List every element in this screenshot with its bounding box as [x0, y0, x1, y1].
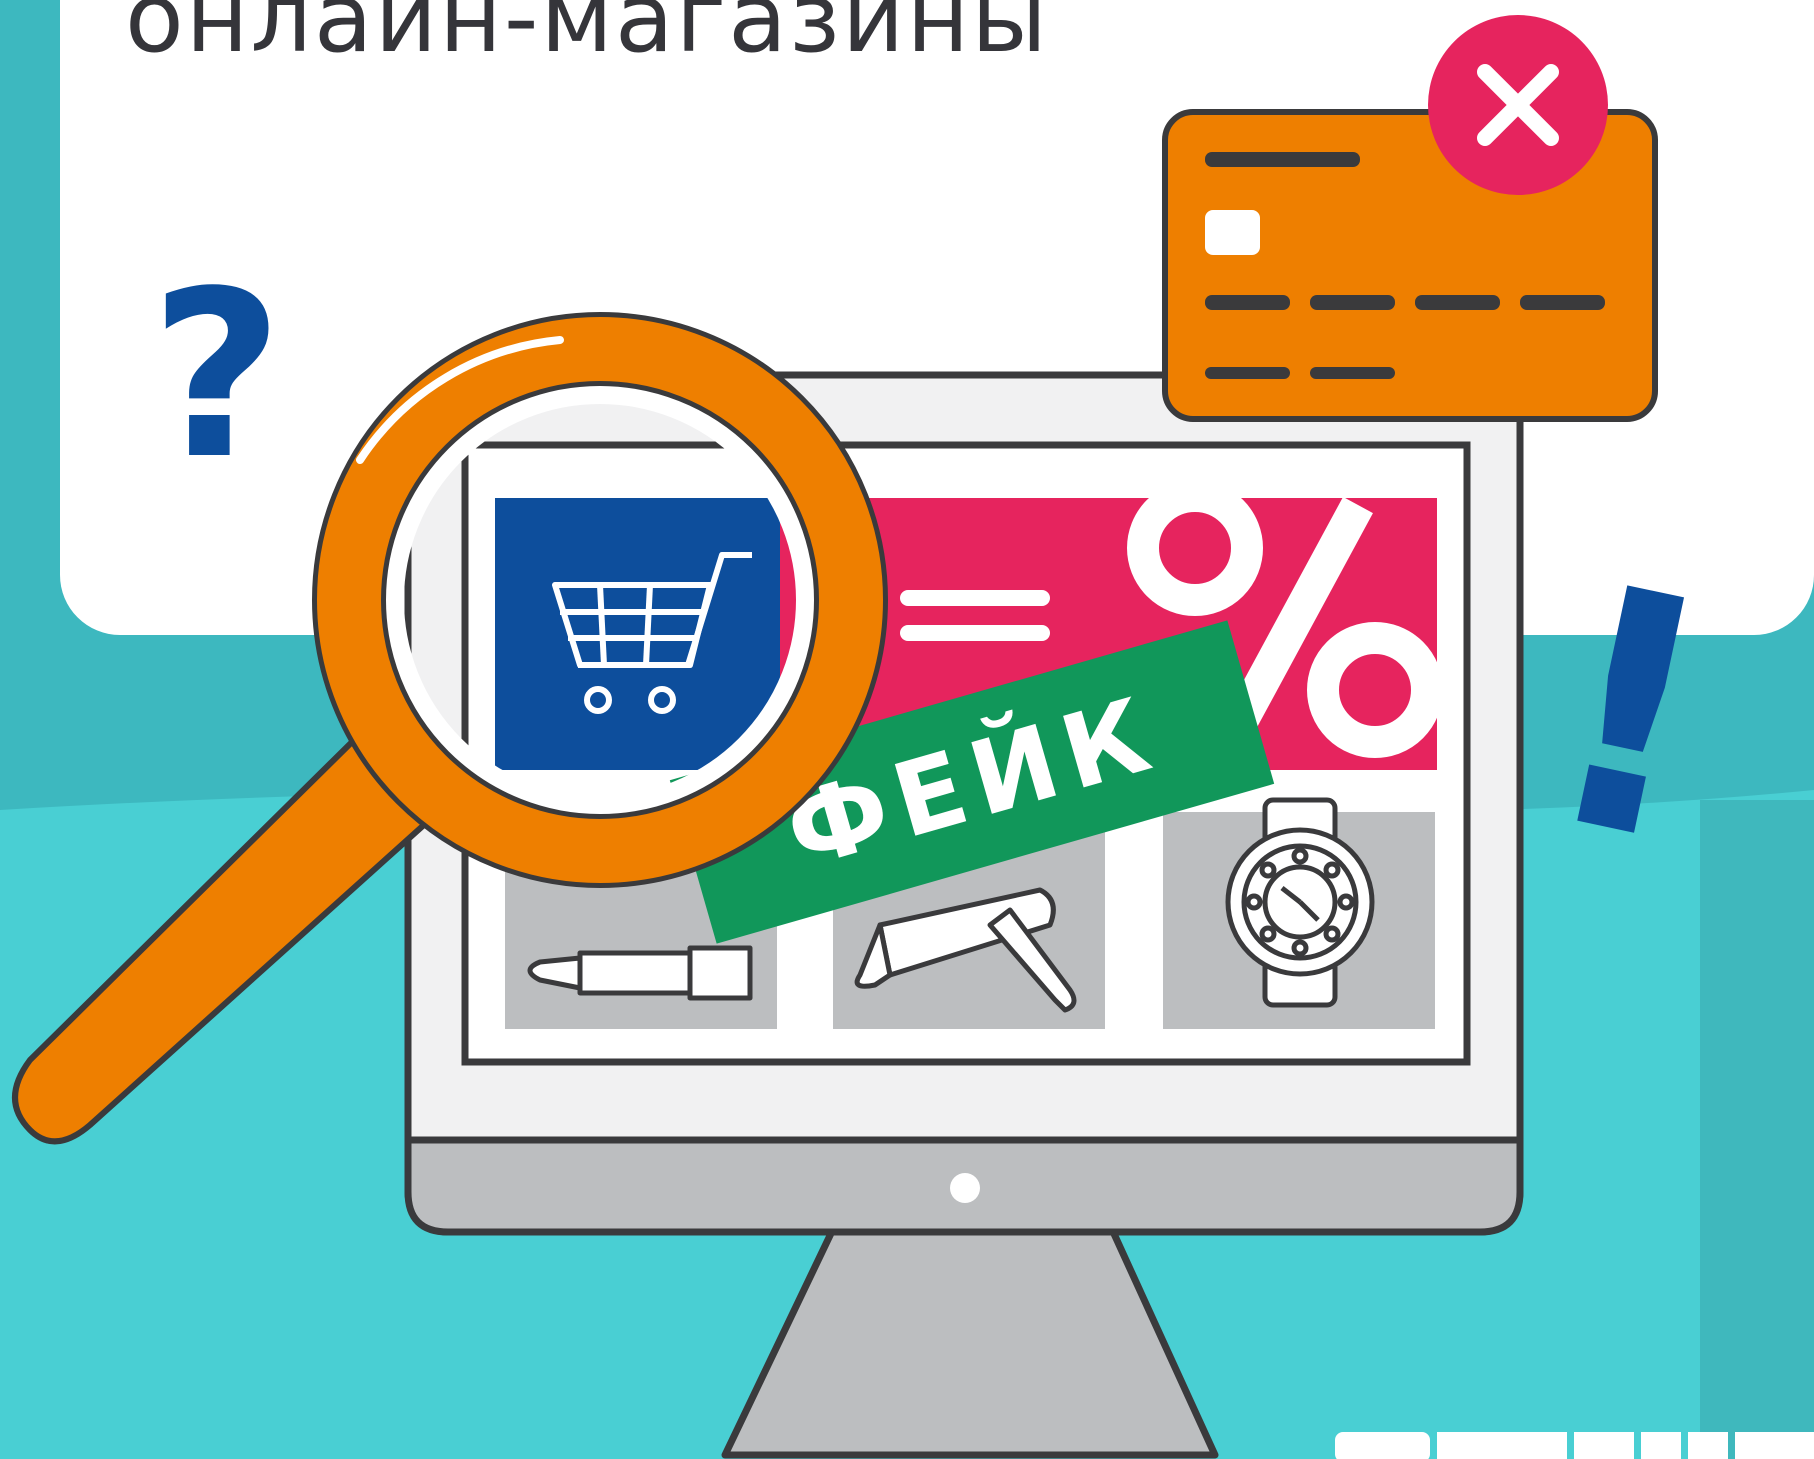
page-title: онлайн-магазины — [125, 0, 1049, 74]
power-dot — [950, 1173, 980, 1203]
banner-line — [900, 590, 1050, 606]
decorative-bars — [1335, 1432, 1814, 1459]
side-shade — [1700, 800, 1814, 1459]
question-mark: ? — [150, 243, 283, 510]
banner-line — [900, 625, 1050, 641]
illustration-scene: ? ! ФЕЙК — [0, 0, 1814, 1459]
cart-tile — [495, 498, 780, 770]
close-icon — [1428, 15, 1608, 195]
